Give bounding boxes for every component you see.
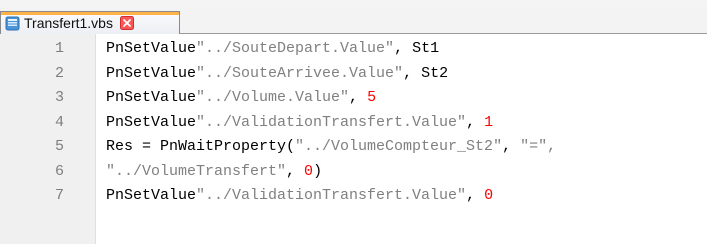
- code-line: 5 Res = PnWaitProperty("../VolumeCompteur…: [0, 135, 707, 159]
- code-token: PnSetValue: [106, 187, 197, 204]
- code-line: 2 PnSetValue"../SouteArrivee.Value", St2: [0, 62, 707, 86]
- line-number: 5: [54, 138, 64, 155]
- code-token: 5: [367, 89, 377, 106]
- code-token: "../VolumeTransfert": [106, 162, 287, 180]
- tab-transfert1-vbs[interactable]: Transfert1.vbs: [0, 11, 180, 34]
- code-token: ,: [502, 138, 521, 155]
- code-editor[interactable]: 1 PnSetValue"../SouteDepart.Value", St1 2 P…: [0, 34, 707, 244]
- code-text: PnSetValue"../SouteDepart.Value", St1: [106, 37, 439, 61]
- code-token: 1: [484, 113, 494, 131]
- code-token: ,: [466, 113, 485, 131]
- code-token: "../Volume.Value": [196, 89, 350, 106]
- code-line: 3 PnSetValue"../Volume.Value", 5: [0, 86, 707, 110]
- tab-bar: Transfert1.vbs: [0, 8, 707, 34]
- code-token: "../SouteArrivee.Value": [196, 64, 404, 82]
- code-text: PnSetValue"../ValidationTransfert.Value"…: [106, 184, 493, 208]
- code-token: "../ValidationTransfert.Value": [196, 113, 467, 131]
- line-number: 1: [54, 40, 64, 57]
- document-icon: [5, 16, 20, 31]
- code-token: PnSetValue: [106, 64, 197, 82]
- code-token: ): [313, 162, 323, 180]
- line-number: 2: [54, 64, 64, 82]
- code-token: ,: [286, 162, 305, 180]
- code-token: "=",: [520, 138, 557, 155]
- code-token: PnSetValue: [106, 113, 197, 131]
- code-text: Res = PnWaitProperty("../VolumeCompteur_…: [106, 135, 556, 159]
- code-line: 1 PnSetValue"../SouteDepart.Value", St1: [0, 37, 707, 61]
- code-text: PnSetValue"../Volume.Value", 5: [106, 86, 376, 110]
- code-token: , St1: [394, 40, 440, 57]
- code-line: 7 PnSetValue"../ValidationTransfert.Value…: [0, 184, 707, 208]
- code-token: 0: [304, 162, 314, 180]
- code-line: 4 PnSetValue"../ValidationTransfert.Value…: [0, 111, 707, 135]
- code-token: Res = PnWaitProperty(: [106, 138, 296, 155]
- code-token: "../ValidationTransfert.Value": [196, 187, 467, 204]
- tab-label: Transfert1.vbs: [24, 15, 113, 31]
- close-icon[interactable]: [119, 16, 134, 30]
- line-number: 4: [54, 113, 64, 131]
- code-text: PnSetValue"../SouteArrivee.Value", St2: [106, 62, 448, 86]
- code-token: PnSetValue: [106, 89, 197, 106]
- code-token: ,: [466, 187, 485, 204]
- tab-active-accent: [1, 12, 179, 15]
- code-token: PnSetValue: [106, 40, 197, 57]
- code-token: ,: [349, 89, 368, 106]
- code-token: , St2: [403, 64, 449, 82]
- code-line: 6 "../VolumeTransfert", 0): [0, 160, 707, 184]
- editor-window: Transfert1.vbs 1 PnSetValue"../SouteDepar…: [0, 0, 707, 244]
- code-token: 0: [484, 187, 494, 204]
- line-number: 7: [54, 187, 64, 204]
- code-token: "../SouteDepart.Value": [196, 40, 395, 57]
- code-text: "../VolumeTransfert", 0): [106, 160, 322, 184]
- line-number: 6: [54, 162, 64, 180]
- line-number: 3: [54, 89, 64, 106]
- code-text: PnSetValue"../ValidationTransfert.Value"…: [106, 111, 493, 135]
- code-token: "../VolumeCompteur_St2": [295, 138, 503, 155]
